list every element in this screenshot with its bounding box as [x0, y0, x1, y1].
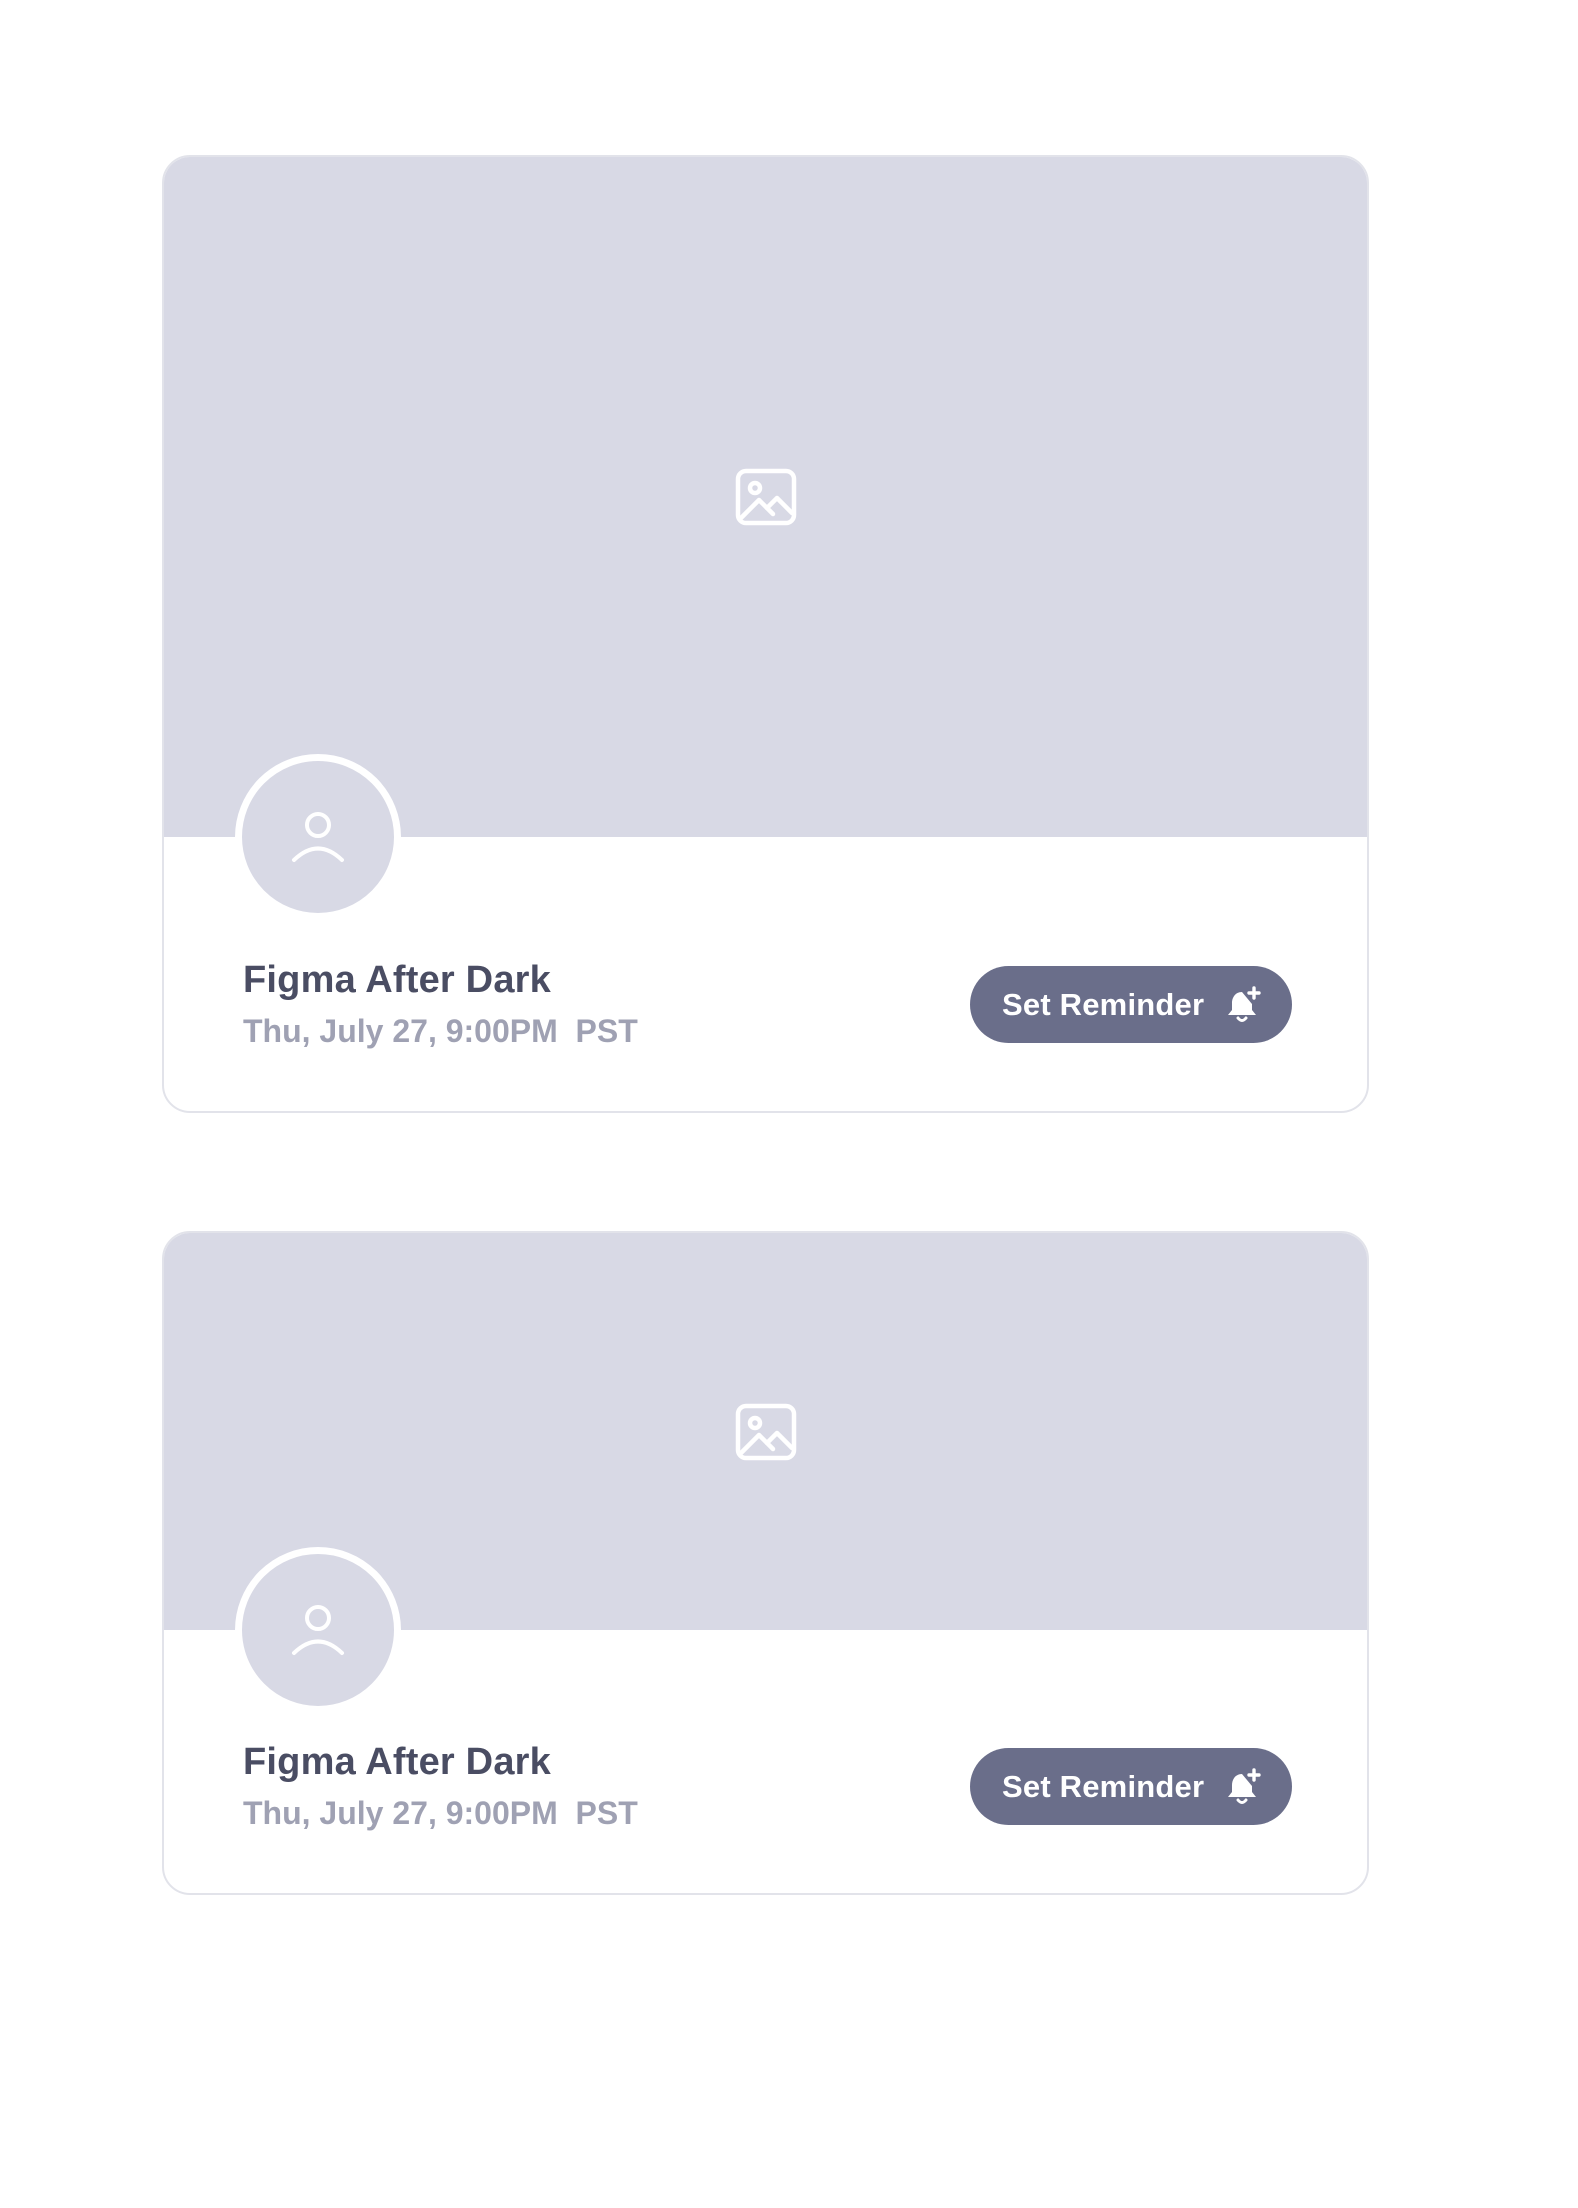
set-reminder-button[interactable]: Set Reminder — [970, 1748, 1292, 1825]
event-datetime: Thu, July 27, 9:00PM PST — [243, 1795, 638, 1831]
set-reminder-button[interactable]: Set Reminder — [970, 966, 1292, 1043]
event-title: Figma After Dark — [243, 959, 551, 1001]
event-card: Figma After Dark Thu, July 27, 9:00PM PS… — [162, 155, 1369, 1113]
event-datetime: Thu, July 27, 9:00PM PST — [243, 1013, 638, 1049]
event-title: Figma After Dark — [243, 1741, 551, 1783]
set-reminder-label: Set Reminder — [1002, 1768, 1205, 1804]
user-icon — [292, 1605, 344, 1655]
bell-plus-icon — [1228, 986, 1261, 1022]
user-icon — [292, 812, 344, 862]
bell-plus-icon — [1228, 1768, 1261, 1804]
image-placeholder-icon — [735, 1403, 796, 1461]
set-reminder-label: Set Reminder — [1002, 986, 1205, 1022]
image-placeholder-icon — [735, 468, 796, 526]
event-card: Figma After Dark Thu, July 27, 9:00PM PS… — [162, 1231, 1369, 1895]
avatar — [235, 754, 401, 920]
avatar — [235, 1547, 401, 1713]
cover-image-placeholder — [164, 157, 1367, 837]
